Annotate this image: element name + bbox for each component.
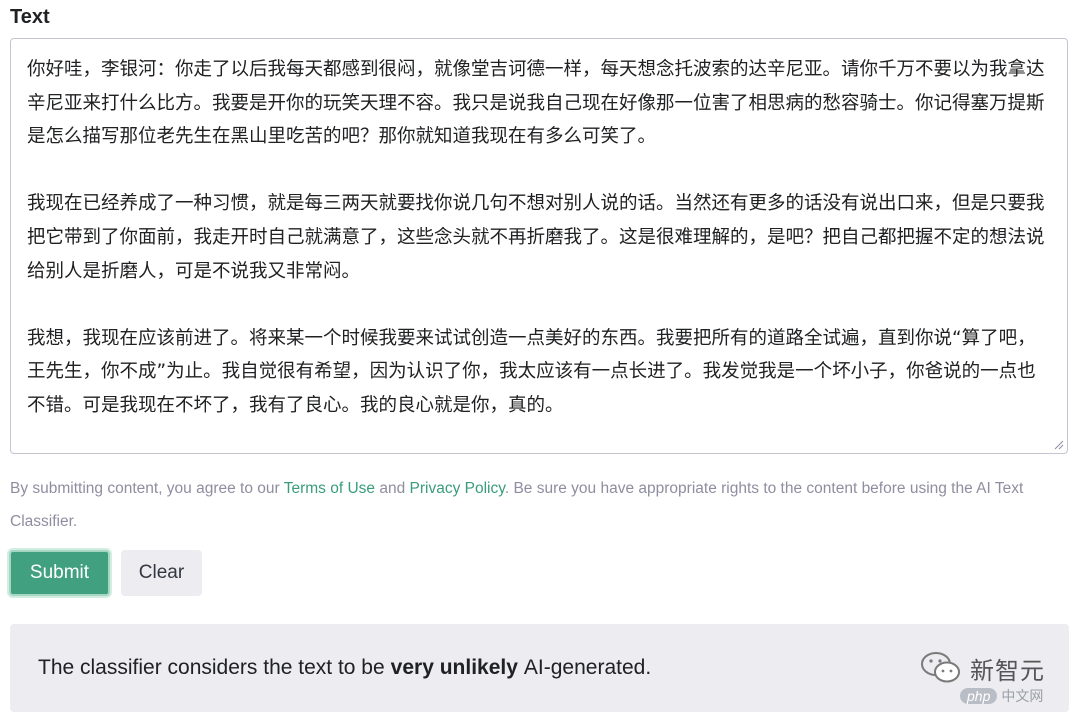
classification-result: The classifier considers the text to be … [10, 624, 1069, 712]
text-paragraph-1: 你好哇，李银河：你走了以后我每天都感到很闷，就像堂吉诃德一样，每天想念托波索的达… [27, 59, 1045, 148]
clear-button[interactable]: Clear [121, 550, 202, 596]
submit-button[interactable]: Submit [9, 550, 110, 596]
text-input-area[interactable]: 你好哇，李银河：你走了以后我每天都感到很闷，就像堂吉诃德一样，每天想念托波索的达… [10, 38, 1068, 454]
result-prefix: The classifier considers the text to be [38, 656, 385, 679]
resize-grip-icon[interactable] [1053, 439, 1064, 450]
notice-text-middle: and [375, 480, 410, 497]
terms-of-use-link[interactable]: Terms of Use [284, 480, 375, 497]
php-watermark-text: 中文网 [1001, 688, 1044, 704]
notice-text-before: By submitting content, you agree to our [10, 480, 284, 497]
wechat-logo-icon [921, 652, 960, 683]
result-suffix: AI-generated. [523, 656, 652, 679]
text-input-content[interactable]: 你好哇，李银河：你走了以后我每天都感到很闷，就像堂吉诃德一样，每天想念托波索的达… [27, 53, 1051, 423]
text-paragraph-3: 我想，我现在应该前进了。将来某一个时候我要来试试创造一点美好的东西。我要把所有的… [27, 327, 1036, 416]
classifier-page: Text 你好哇，李银河：你走了以后我每天都感到很闷，就像堂吉诃德一样，每天想念… [0, 0, 1080, 726]
php-badge: php [960, 688, 998, 704]
text-paragraph-2: 我现在已经养成了一种习惯，就是每三两天就要找你说几句不想对别人说的话。当然还有更… [27, 193, 1045, 282]
text-field-label: Text [10, 6, 50, 28]
watermark-name: 新智元 [970, 656, 1045, 685]
privacy-policy-link[interactable]: Privacy Policy [410, 480, 505, 497]
watermark: 新智元 [920, 650, 1045, 686]
php-watermark: php 中文网 [960, 686, 1043, 706]
terms-notice: By submitting content, you agree to our … [10, 472, 1070, 538]
result-verdict: very unlikely [390, 656, 518, 679]
